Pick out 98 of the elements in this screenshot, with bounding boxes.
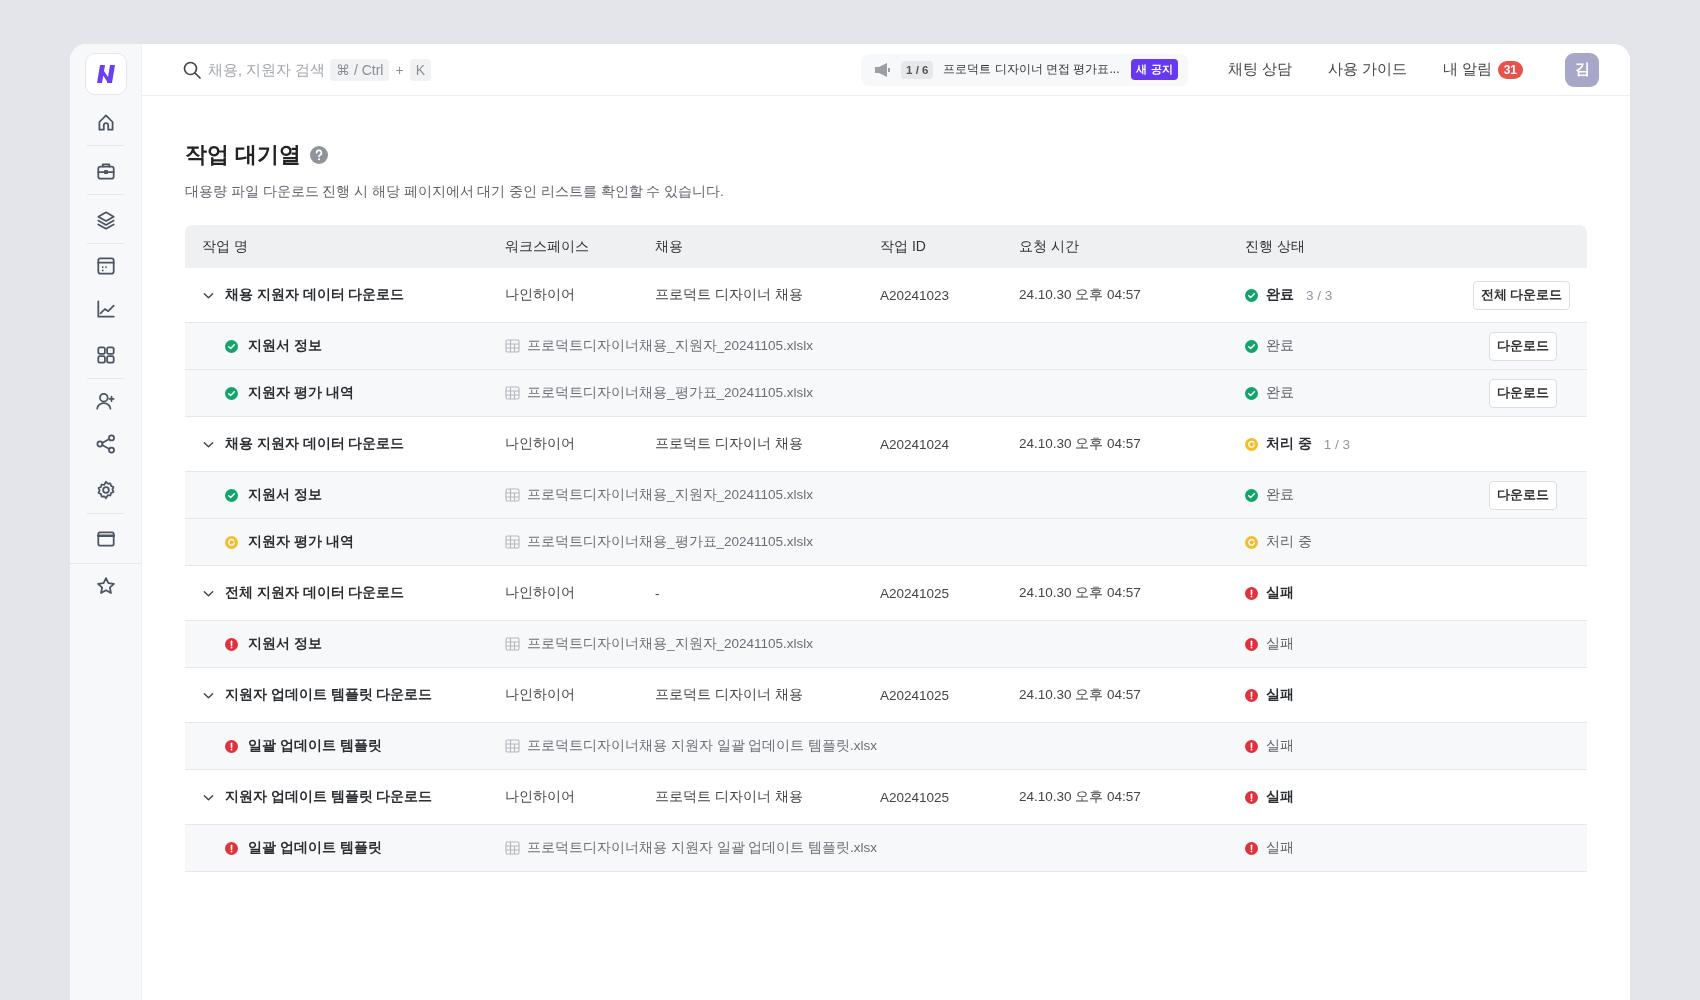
- request-time-cell-text: 24.10.30 오후 04:57: [1019, 435, 1142, 453]
- workspace-cell-text: 나인하이어: [505, 435, 576, 453]
- header-link[interactable]: 사용 가이드: [1327, 61, 1407, 77]
- download-button[interactable]: 다운로드: [1489, 331, 1557, 361]
- spreadsheet-icon: [505, 339, 520, 353]
- job-name: 채용 지원자 데이터 다운로드: [225, 435, 405, 453]
- chart-nav-button[interactable]: [94, 297, 117, 320]
- calendar-icon: [94, 254, 117, 277]
- progress-count: 1 / 3: [1323, 436, 1351, 452]
- new-notice-badge: 새 공지: [1131, 59, 1178, 80]
- workspace-cell-text: 나인하이어: [505, 686, 576, 704]
- job-id-cell-text: A20241025: [880, 789, 951, 805]
- file-name: 프로덕트디자이너채용_지원자_20241105.xlslx: [527, 635, 814, 653]
- column-header: 작업 명: [202, 237, 249, 256]
- file-task-name: 일괄 업데이트 템플릿: [248, 737, 382, 755]
- request-time-cell-text: 24.10.30 오후 04:57: [1019, 788, 1142, 806]
- workspace-cell-text: 나인하이어: [505, 788, 576, 806]
- search-icon: [182, 59, 202, 80]
- job-id-cell-text: A20241023: [880, 287, 951, 303]
- job-id-cell-text: A20241025: [880, 585, 951, 601]
- recruitment-cell-text: 프로덕트 디자이너 채용: [655, 788, 804, 806]
- recruitment-cell-text: 프로덕트 디자이너 채용: [655, 286, 804, 304]
- request-time-cell-text: 24.10.30 오후 04:57: [1019, 686, 1142, 704]
- job-name: 전체 지원자 데이터 다운로드: [225, 584, 405, 602]
- page-title: 작업 대기열: [185, 141, 302, 169]
- job-name: 지원자 업데이트 템플릿 다운로드: [225, 686, 433, 704]
- status-label: 완료: [1266, 486, 1294, 504]
- request-time-cell-text: 24.10.30 오후 04:57: [1019, 584, 1142, 602]
- calendar-nav-button[interactable]: [94, 254, 117, 277]
- column-header: 요청 시간: [1019, 237, 1080, 256]
- shortcut-key: K: [409, 58, 431, 81]
- status-label: 완료: [1266, 384, 1294, 402]
- status-label: 처리 중: [1266, 435, 1312, 453]
- file-name: 프로덕트디자이너채용 지원자 일괄 업데이트 템플릿.xlsx: [527, 737, 877, 755]
- recruitment-cell-text: 프로덕트 디자이너 채용: [655, 686, 804, 704]
- search-field[interactable]: 채용, 지원자 검색: [208, 61, 324, 78]
- file-name: 프로덕트디자이너채용_평가표_20241105.xlslx: [527, 533, 814, 551]
- status-label: 실패: [1266, 839, 1294, 857]
- help-icon[interactable]: [310, 146, 329, 164]
- file-name: 프로덕트디자이너채용_평가표_20241105.xlslx: [527, 384, 814, 402]
- spreadsheet-icon: [505, 488, 520, 502]
- job-id-cell-text: A20241024: [880, 436, 951, 452]
- workspace-cell-text: 나인하이어: [505, 286, 576, 304]
- shortcut-key: ⌘ / Ctrl: [330, 58, 390, 81]
- job-name: 지원자 업데이트 템플릿 다운로드: [225, 788, 433, 806]
- notice-text: 프로덕트 디자이너 면접 평가표...: [943, 61, 1120, 78]
- file-task-name: 지원서 정보: [248, 337, 322, 355]
- star-icon: [94, 574, 117, 597]
- spreadsheet-icon: [505, 637, 520, 651]
- column-header: 작업 ID: [880, 237, 927, 256]
- alerts-link[interactable]: 내 알림: [1442, 60, 1492, 79]
- spreadsheet-icon: [505, 535, 520, 549]
- recruitment-cell-text: 프로덕트 디자이너 채용: [655, 435, 804, 453]
- file-task-name: 지원서 정보: [248, 486, 322, 504]
- grid-icon: [94, 343, 117, 366]
- spreadsheet-icon: [505, 739, 520, 753]
- spreadsheet-icon: [505, 841, 520, 855]
- recruitment-cell-text: -: [655, 585, 661, 601]
- request-time-cell-text: 24.10.30 오후 04:57: [1019, 286, 1142, 304]
- status-label: 실패: [1266, 584, 1294, 602]
- status-label: 실패: [1266, 737, 1294, 755]
- status-label: 실패: [1266, 635, 1294, 653]
- workspace-cell-text: 나인하이어: [505, 584, 576, 602]
- column-header: 진행 상태: [1245, 237, 1306, 256]
- file-task-name: 지원서 정보: [248, 635, 322, 653]
- alert-count-badge: 31: [1497, 60, 1523, 79]
- job-name: 채용 지원자 데이터 다운로드: [225, 286, 405, 304]
- share-icon: [94, 432, 117, 455]
- grid-nav-button[interactable]: [94, 343, 117, 366]
- download-button[interactable]: 다운로드: [1489, 480, 1557, 510]
- status-label: 완료: [1266, 286, 1294, 304]
- file-task-name: 일괄 업데이트 템플릿: [248, 839, 382, 857]
- logo-icon: [94, 64, 117, 84]
- status-label: 처리 중: [1266, 533, 1312, 551]
- download-button[interactable]: 다운로드: [1489, 378, 1557, 408]
- column-header: 워크스페이스: [505, 237, 590, 256]
- progress-count: 3 / 3: [1306, 287, 1333, 303]
- column-header: 채용: [655, 237, 684, 256]
- logo[interactable]: [84, 53, 127, 95]
- status-label: 실패: [1266, 788, 1294, 806]
- status-label: 완료: [1266, 337, 1294, 355]
- star-nav-button[interactable]: [94, 574, 117, 597]
- download-all-button[interactable]: 전체 다운로드: [1472, 280, 1570, 310]
- notice-counter: 1 / 6: [901, 60, 934, 79]
- file-task-name: 지원자 평가 내역: [248, 533, 354, 551]
- spreadsheet-icon: [505, 386, 520, 400]
- file-task-name: 지원자 평가 내역: [248, 384, 354, 402]
- file-name: 프로덕트디자이너채용 지원자 일괄 업데이트 템플릿.xlsx: [527, 839, 877, 857]
- job-id-cell-text: A20241025: [880, 687, 951, 703]
- file-name: 프로덕트디자이너채용_지원자_20241105.xlslx: [527, 337, 814, 355]
- notice-bar[interactable]: 1 / 6 프로덕트 디자이너 면접 평가표... 새 공지: [861, 53, 1188, 86]
- status-label: 실패: [1266, 686, 1294, 704]
- shortcut-plus: +: [395, 61, 404, 78]
- share-nav-button[interactable]: [94, 432, 117, 455]
- header-link[interactable]: 채팅 상담: [1227, 61, 1292, 77]
- page-description: 대용량 파일 다운로드 진행 시 해당 페이지에서 대기 중인 리스트를 확인할 수 있습니다.: [185, 183, 725, 201]
- chart-icon: [94, 297, 117, 320]
- file-name: 프로덕트디자이너채용_지원자_20241105.xlslx: [527, 486, 814, 504]
